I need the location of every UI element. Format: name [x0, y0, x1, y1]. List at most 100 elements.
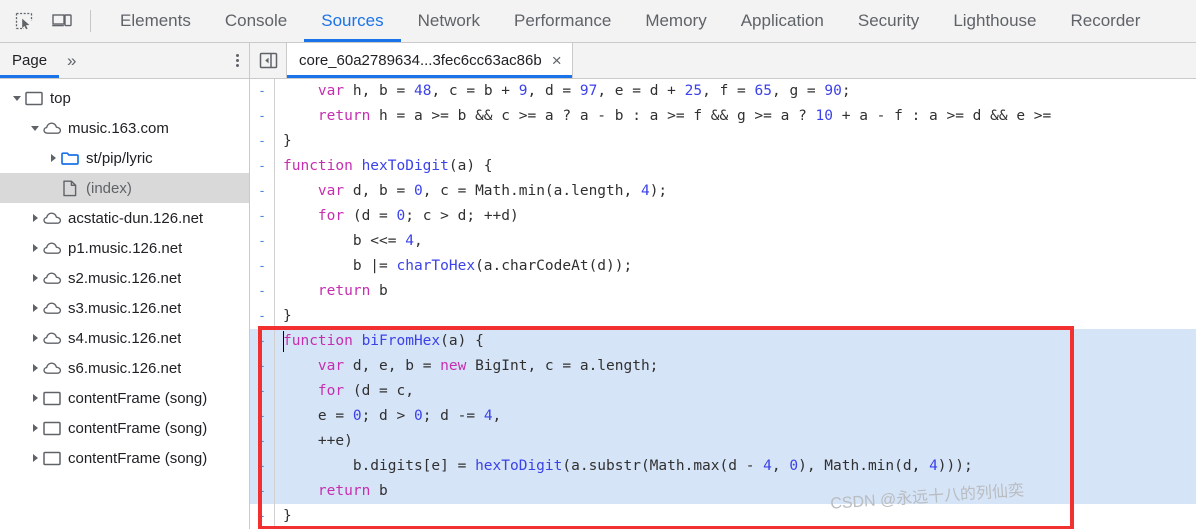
- code-line: -}: [250, 304, 1196, 329]
- tab-sources[interactable]: Sources: [304, 0, 402, 42]
- tab-elements[interactable]: Elements: [103, 0, 208, 42]
- code-line: - for (d = c,: [250, 379, 1196, 404]
- line-gutter-mark[interactable]: -: [250, 504, 274, 529]
- code-token: ; d >: [361, 408, 414, 424]
- line-gutter-mark[interactable]: -: [250, 154, 274, 179]
- line-gutter-mark[interactable]: -: [250, 104, 274, 129]
- line-gutter-mark[interactable]: -: [250, 279, 274, 304]
- chevron-right-icon[interactable]: [46, 153, 60, 163]
- tab-security[interactable]: Security: [841, 0, 936, 42]
- selection-overflow: [1069, 329, 1196, 504]
- code-token: 4: [640, 183, 650, 199]
- tree-item[interactable]: s2.music.126.net: [0, 263, 249, 293]
- tree-item[interactable]: st/pip/lyric: [0, 143, 249, 173]
- code-token: var: [317, 83, 345, 99]
- code-token: (a.substr(Math.max(d -: [562, 458, 764, 474]
- tab-network[interactable]: Network: [401, 0, 497, 42]
- line-gutter-mark[interactable]: -: [250, 479, 274, 504]
- tree-item[interactable]: s6.music.126.net: [0, 353, 249, 383]
- tree-item[interactable]: music.163.com: [0, 113, 249, 143]
- code-token: ,: [492, 408, 502, 424]
- device-toolbar-icon[interactable]: [48, 7, 76, 35]
- chevron-right-icon[interactable]: [28, 303, 42, 313]
- line-gutter-mark[interactable]: -: [250, 379, 274, 404]
- chevron-right-icon[interactable]: [28, 393, 42, 403]
- line-gutter-mark[interactable]: -: [250, 229, 274, 254]
- more-options-icon[interactable]: [236, 54, 239, 67]
- tab-label: Lighthouse: [953, 11, 1037, 30]
- line-gutter-mark[interactable]: -: [250, 254, 274, 279]
- chevron-right-icon[interactable]: [28, 333, 42, 343]
- tree-item-label: s4.music.126.net: [68, 329, 182, 347]
- code-token: + a - f : a >= d && e >=: [833, 108, 1052, 124]
- chevron-right-icon[interactable]: [28, 453, 42, 463]
- code-token: ,: [413, 233, 423, 249]
- tree-item[interactable]: s4.music.126.net: [0, 323, 249, 353]
- navigator-header: Page »: [0, 43, 249, 79]
- tab-lighthouse[interactable]: Lighthouse: [936, 0, 1053, 42]
- code-token: 0: [413, 408, 423, 424]
- code-token: 4: [929, 458, 938, 474]
- code-line: - b <<= 4,: [250, 229, 1196, 254]
- code-token: ,: [771, 458, 790, 474]
- code-token: , d =: [527, 83, 580, 99]
- cloud-icon: [42, 361, 62, 375]
- tab-memory[interactable]: Memory: [628, 0, 723, 42]
- code-line: - for (d = 0; c > d; ++d): [250, 204, 1196, 229]
- tree-item[interactable]: top: [0, 83, 249, 113]
- line-gutter-mark[interactable]: -: [250, 304, 274, 329]
- tree-item-label: acstatic-dun.126.net: [68, 209, 204, 227]
- chevron-down-icon[interactable]: [10, 93, 24, 103]
- chevron-right-icon[interactable]: [28, 243, 42, 253]
- tab-console[interactable]: Console: [208, 0, 304, 42]
- tree-item[interactable]: acstatic-dun.126.net: [0, 203, 249, 233]
- code-token: 48: [413, 83, 432, 99]
- collapse-sidebar-icon[interactable]: [250, 43, 286, 78]
- line-gutter-mark[interactable]: -: [250, 129, 274, 154]
- tree-item[interactable]: s3.music.126.net: [0, 293, 249, 323]
- tree-item[interactable]: (index): [0, 173, 249, 203]
- line-gutter-mark[interactable]: -: [250, 429, 274, 454]
- code-line-text: var h, b = 48, c = b + 9, d = 97, e = d …: [275, 79, 1196, 104]
- open-file-tab[interactable]: core_60a2789634...3fec6cc63ac86b ×: [286, 43, 573, 78]
- code-line: - var d, b = 0, c = Math.min(a.length, 4…: [250, 179, 1196, 204]
- chevron-right-icon[interactable]: [28, 213, 42, 223]
- code-token: (d = c,: [344, 383, 414, 399]
- tab-label: Network: [417, 11, 480, 30]
- code-token: , c = Math.min(a.length,: [422, 183, 641, 199]
- tab-performance[interactable]: Performance: [497, 0, 628, 42]
- line-gutter-mark[interactable]: -: [250, 79, 274, 104]
- code-viewer[interactable]: - var h, b = 48, c = b + 9, d = 97, e = …: [250, 79, 1196, 529]
- navigator-overflow-icon[interactable]: »: [59, 43, 84, 78]
- line-gutter-mark[interactable]: -: [250, 354, 274, 379]
- code-token: 0: [352, 408, 362, 424]
- tree-item[interactable]: contentFrame (song): [0, 383, 249, 413]
- tree-item[interactable]: contentFrame (song): [0, 413, 249, 443]
- tree-item[interactable]: contentFrame (song): [0, 443, 249, 473]
- devtools-body: Page » top music.163.com st/pip/lyric (inde…: [0, 43, 1196, 529]
- code-line: - e = 0; d > 0; d -= 4,: [250, 404, 1196, 429]
- line-gutter-mark[interactable]: -: [250, 329, 274, 354]
- line-gutter-mark[interactable]: -: [250, 179, 274, 204]
- chevron-right-icon[interactable]: [28, 363, 42, 373]
- chevron-right-icon[interactable]: [28, 423, 42, 433]
- close-icon[interactable]: ×: [552, 52, 562, 69]
- line-gutter-mark[interactable]: -: [250, 404, 274, 429]
- code-token: function: [283, 158, 353, 174]
- tree-item[interactable]: p1.music.126.net: [0, 233, 249, 263]
- tree-item-label: p1.music.126.net: [68, 239, 183, 257]
- line-gutter-mark[interactable]: -: [250, 204, 274, 229]
- chevron-down-icon[interactable]: [28, 123, 42, 133]
- code-token: (a) {: [440, 333, 484, 349]
- code-line-text: }: [275, 304, 1196, 329]
- tab-recorder[interactable]: Recorder: [1054, 0, 1158, 42]
- line-gutter-mark[interactable]: -: [250, 454, 274, 479]
- navigator-tab-page[interactable]: Page: [0, 43, 60, 78]
- code-token: return: [317, 108, 371, 124]
- tab-application[interactable]: Application: [724, 0, 841, 42]
- inspect-cursor-icon[interactable]: [10, 7, 38, 35]
- chevron-right-icon[interactable]: [28, 273, 42, 283]
- code-token: 97: [579, 83, 598, 99]
- code-token: , f =: [702, 83, 755, 99]
